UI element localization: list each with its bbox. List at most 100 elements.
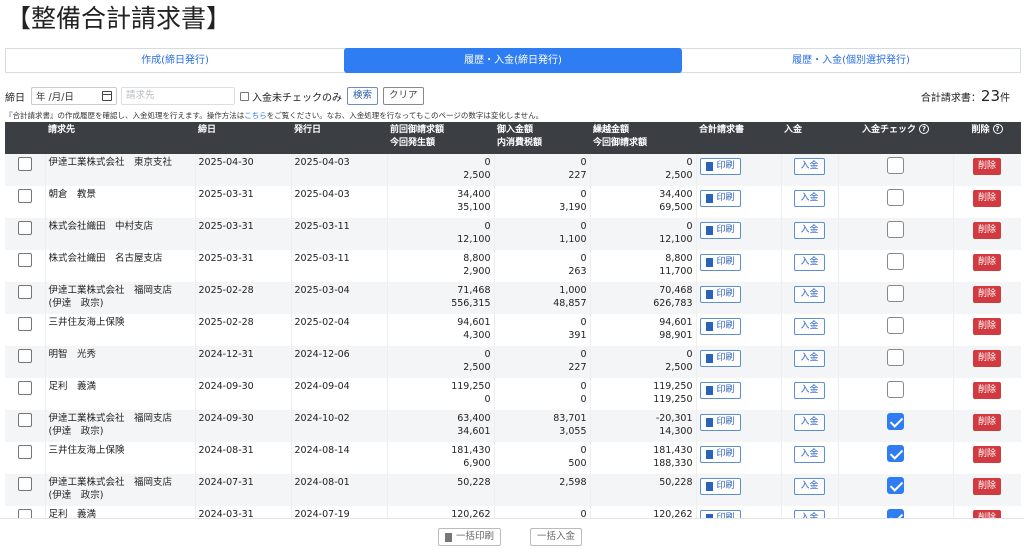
deposit-check-checkbox[interactable] bbox=[887, 381, 904, 398]
print-button[interactable]: 印刷 bbox=[699, 158, 741, 175]
row-select-checkbox[interactable] bbox=[18, 317, 32, 331]
help-icon[interactable]: ? bbox=[992, 124, 1003, 134]
delete-button[interactable]: 削除 bbox=[972, 478, 1001, 495]
billing-to-cell: 明智 光秀 bbox=[45, 346, 196, 378]
row-select-checkbox[interactable] bbox=[18, 189, 32, 203]
invoice-cell: 印刷 bbox=[696, 474, 782, 506]
deposit-button[interactable]: 入金 bbox=[794, 350, 825, 367]
row-select-checkbox[interactable] bbox=[18, 285, 32, 299]
delete-button[interactable]: 削除 bbox=[972, 254, 1001, 271]
deposit-button[interactable]: 入金 bbox=[794, 510, 825, 518]
deposit-cell: 入金 bbox=[781, 154, 839, 186]
delete-button[interactable]: 削除 bbox=[972, 318, 1001, 335]
row-select-checkbox[interactable] bbox=[18, 349, 32, 363]
deposit-check-checkbox[interactable] bbox=[887, 413, 904, 430]
calendar-icon[interactable] bbox=[102, 91, 112, 101]
print-button[interactable]: 印刷 bbox=[699, 510, 741, 518]
billing-search-input[interactable]: 請求先 bbox=[121, 87, 235, 105]
deposit-cell: 入金 bbox=[781, 218, 839, 250]
row-select-checkbox[interactable] bbox=[18, 477, 32, 491]
closing-date-input[interactable]: 年 /月/日 bbox=[31, 87, 117, 105]
deposit-button[interactable]: 入金 bbox=[794, 158, 825, 175]
search-button[interactable]: 検索 bbox=[347, 87, 379, 105]
deposit-check-checkbox[interactable] bbox=[887, 157, 904, 174]
deposit-check-checkbox[interactable] bbox=[887, 445, 904, 462]
deposit-check-checkbox[interactable] bbox=[887, 317, 904, 334]
tab-history-deposit[interactable]: 履歴・入金(締日発行) bbox=[344, 48, 682, 73]
deposit-check-checkbox[interactable] bbox=[887, 509, 904, 518]
prev-amount-cell: 120,262 bbox=[387, 506, 495, 518]
closing-date-label: 締日 bbox=[5, 92, 25, 104]
document-icon bbox=[705, 354, 713, 363]
tab-create[interactable]: 作成(締日発行) bbox=[6, 49, 344, 72]
delete-button[interactable]: 削除 bbox=[972, 222, 1001, 239]
delete-button[interactable]: 削除 bbox=[972, 286, 1001, 303]
delete-button[interactable]: 削除 bbox=[972, 190, 1001, 207]
delete-button[interactable]: 削除 bbox=[972, 510, 1001, 518]
deposit-button[interactable]: 入金 bbox=[794, 318, 825, 335]
prev-amount-value: 0 bbox=[484, 157, 491, 168]
print-button[interactable]: 印刷 bbox=[699, 254, 741, 271]
issue-date-cell: 2025-04-03 bbox=[291, 186, 388, 218]
footer-bar: 一括印刷 一括入金 bbox=[0, 518, 1024, 550]
delete-button[interactable]: 削除 bbox=[972, 414, 1001, 431]
print-button[interactable]: 印刷 bbox=[699, 222, 741, 239]
row-select-checkbox[interactable] bbox=[18, 157, 32, 171]
deposit-button[interactable]: 入金 bbox=[794, 478, 825, 495]
payment-cell: 1,000 48,857 bbox=[494, 282, 591, 314]
deposit-button[interactable]: 入金 bbox=[794, 382, 825, 399]
billing-to-name: 三井住友海上保険 bbox=[48, 445, 125, 456]
payment-cell: 2,598 bbox=[494, 474, 591, 506]
print-button[interactable]: 印刷 bbox=[699, 350, 741, 367]
carryover-value: 119,250 bbox=[653, 381, 693, 392]
deposit-check-checkbox[interactable] bbox=[887, 189, 904, 206]
delete-cell: 削除 bbox=[953, 442, 1021, 474]
closing-date-cell: 2025-02-28 bbox=[195, 314, 292, 346]
delete-cell: 削除 bbox=[953, 282, 1021, 314]
bulk-deposit-button[interactable]: 一括入金 bbox=[530, 528, 583, 546]
print-button[interactable]: 印刷 bbox=[699, 190, 741, 207]
document-icon bbox=[705, 322, 713, 331]
row-select-checkbox[interactable] bbox=[18, 381, 32, 395]
deposit-check-checkbox[interactable] bbox=[887, 253, 904, 270]
deposit-check-checkbox[interactable] bbox=[887, 477, 904, 494]
print-button[interactable]: 印刷 bbox=[699, 478, 741, 495]
print-button[interactable]: 印刷 bbox=[699, 446, 741, 463]
delete-button[interactable]: 削除 bbox=[972, 350, 1001, 367]
row-select-checkbox[interactable] bbox=[18, 221, 32, 235]
deposit-button[interactable]: 入金 bbox=[794, 286, 825, 303]
unpaid-only-checkbox[interactable] bbox=[240, 91, 249, 101]
help-link[interactable]: こちら bbox=[244, 111, 267, 120]
deposit-button[interactable]: 入金 bbox=[794, 414, 825, 431]
print-button[interactable]: 印刷 bbox=[699, 382, 741, 399]
bulk-print-button[interactable]: 一括印刷 bbox=[438, 528, 502, 546]
print-button[interactable]: 印刷 bbox=[699, 318, 741, 335]
payment-cell: 0 500 bbox=[494, 442, 591, 474]
deposit-check-checkbox[interactable] bbox=[887, 349, 904, 366]
deposit-button[interactable]: 入金 bbox=[794, 222, 825, 239]
delete-button[interactable]: 削除 bbox=[972, 446, 1001, 463]
deposit-button[interactable]: 入金 bbox=[794, 190, 825, 207]
current-amount-value: 0 bbox=[484, 394, 491, 405]
row-select-checkbox[interactable] bbox=[18, 509, 32, 518]
delete-button[interactable]: 削除 bbox=[972, 158, 1001, 175]
invoice-cell: 印刷 bbox=[696, 282, 782, 314]
delete-button[interactable]: 削除 bbox=[972, 382, 1001, 399]
clear-button[interactable]: クリア bbox=[383, 87, 424, 105]
deposit-button[interactable]: 入金 bbox=[794, 254, 825, 271]
print-button[interactable]: 印刷 bbox=[699, 286, 741, 303]
print-label: 印刷 bbox=[716, 289, 735, 299]
billing-amount-value: 69,500 bbox=[659, 202, 693, 213]
deposit-check-checkbox[interactable] bbox=[887, 221, 904, 238]
deposit-button[interactable]: 入金 bbox=[794, 446, 825, 463]
row-select-checkbox[interactable] bbox=[18, 413, 32, 427]
print-label: 印刷 bbox=[716, 417, 735, 427]
tab-history-individual[interactable]: 履歴・入金(個別選択発行) bbox=[682, 49, 1020, 72]
closing-date-cell: 2024-07-31 bbox=[195, 474, 292, 506]
row-select-checkbox[interactable] bbox=[18, 445, 32, 459]
print-button[interactable]: 印刷 bbox=[699, 414, 741, 431]
help-icon[interactable]: ? bbox=[919, 124, 929, 134]
deposit-check-checkbox[interactable] bbox=[887, 285, 904, 302]
payment-value: 0 bbox=[580, 189, 587, 200]
row-select-checkbox[interactable] bbox=[18, 253, 32, 267]
